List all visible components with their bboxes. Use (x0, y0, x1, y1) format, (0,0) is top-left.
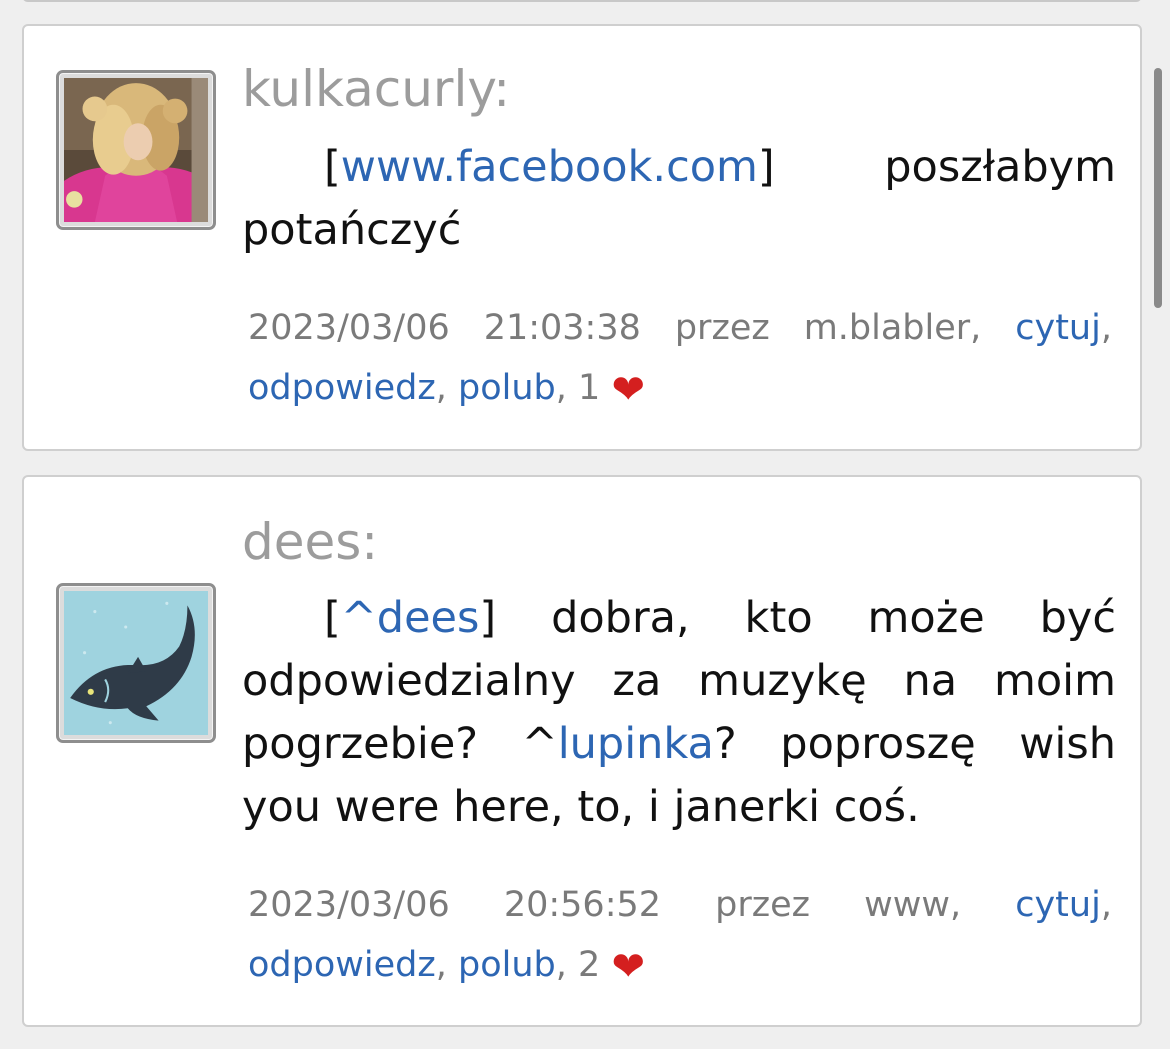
heart-icon: ❤ (611, 367, 645, 413)
post-card: kulkacurly: [www.facebook.com] poszłabym… (22, 24, 1142, 451)
reply-bracket-close: ] (757, 142, 775, 192)
avatar[interactable] (56, 583, 216, 743)
like-count: 2 (578, 945, 601, 985)
reply-bracket-close: ] (479, 593, 497, 643)
post-source: www, (864, 885, 962, 925)
post-content: [www.facebook.com] poszłabym potańczyć (242, 136, 1116, 262)
post-meta: 2023/03/06 20:56:52 przez www, cytuj, od… (248, 885, 1112, 990)
post-source: m.blabler, (803, 308, 982, 348)
curly-hair-woman-avatar-icon (64, 78, 208, 222)
reply-bracket-open: [ (324, 593, 341, 643)
reply-link[interactable]: www.facebook.com (341, 142, 758, 192)
avatar[interactable] (56, 70, 216, 230)
mention-link[interactable]: lupinka (558, 719, 714, 769)
post-meta: 2023/03/06 21:03:38 przez m.blabler, cyt… (248, 308, 1112, 413)
scrollbar[interactable] (1154, 68, 1162, 308)
post-date: 2023/03/06 (248, 885, 450, 925)
reply-action-link[interactable]: odpowiedz (248, 368, 436, 408)
reply-action-link[interactable]: odpowiedz (248, 945, 436, 985)
reply-link[interactable]: ^dees (341, 593, 480, 643)
post-time: 20:56:52 (503, 885, 662, 925)
quote-link[interactable]: cytuj (1015, 308, 1101, 348)
post-content: [^dees] dobra, kto może być odpowiedzial… (242, 587, 1116, 839)
post-author[interactable]: dees: (242, 517, 378, 567)
like-count: 1 (578, 368, 601, 408)
previous-post-edge (22, 0, 1142, 2)
przez-label: przez (715, 885, 811, 925)
reply-bracket-open: [ (324, 142, 341, 192)
post-card: dees: [^dees] dobra, kto może być odpowi… (22, 475, 1142, 1027)
post-date: 2023/03/06 (248, 308, 450, 348)
like-link[interactable]: polub (458, 368, 556, 408)
post-time: 21:03:38 (483, 308, 641, 348)
przez-label: przez (674, 308, 770, 348)
like-link[interactable]: polub (458, 945, 556, 985)
fish-avatar-icon (64, 591, 208, 735)
post-author[interactable]: kulkacurly: (242, 64, 510, 114)
heart-icon: ❤ (611, 944, 645, 990)
quote-link[interactable]: cytuj (1015, 885, 1101, 925)
